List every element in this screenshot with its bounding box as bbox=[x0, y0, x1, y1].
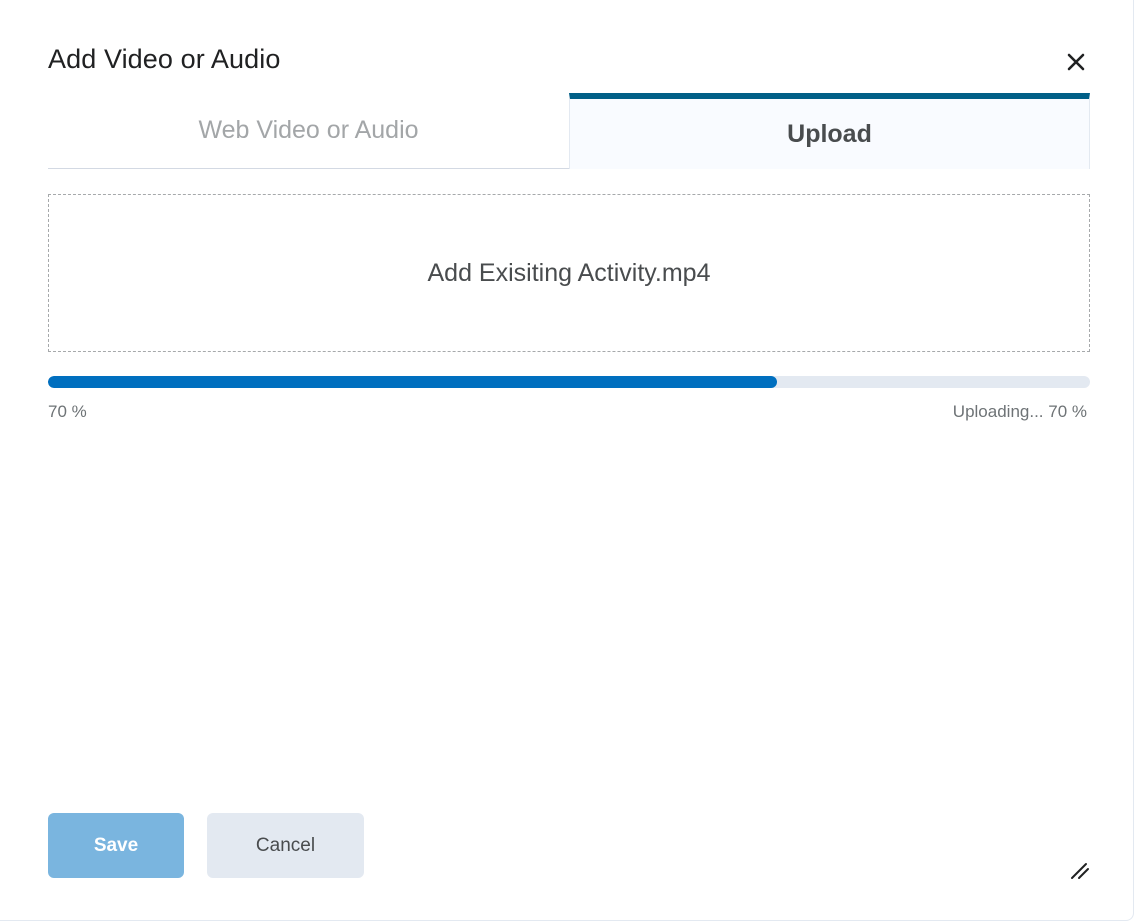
add-media-dialog: Add Video or Audio Web Video or Audio Up… bbox=[0, 0, 1134, 921]
upload-status-label: Uploading... 70 % bbox=[952, 402, 1087, 421]
tab-web-video-or-audio[interactable]: Web Video or Audio bbox=[48, 93, 569, 169]
resize-handle-icon bbox=[1071, 863, 1089, 879]
cancel-button[interactable]: Cancel bbox=[207, 813, 364, 878]
tab-label: Upload bbox=[787, 119, 872, 148]
dialog-title: Add Video or Audio bbox=[48, 44, 281, 74]
resize-handle[interactable] bbox=[1068, 858, 1090, 880]
progress-percent-label: 70 % bbox=[48, 402, 87, 421]
uploaded-file-name: Add Exisiting Activity.mp4 bbox=[427, 258, 711, 287]
close-button[interactable] bbox=[1060, 46, 1092, 78]
upload-progress-fill bbox=[48, 376, 778, 388]
upload-progress-bar bbox=[48, 376, 1090, 388]
save-button[interactable]: Save bbox=[48, 813, 184, 878]
tab-label: Web Video or Audio bbox=[198, 116, 419, 144]
close-icon bbox=[1067, 53, 1085, 71]
tab-upload[interactable]: Upload bbox=[569, 93, 1090, 169]
tab-list: Web Video or Audio Upload bbox=[48, 93, 1090, 169]
file-drop-zone[interactable]: Add Exisiting Activity.mp4 bbox=[48, 194, 1090, 352]
